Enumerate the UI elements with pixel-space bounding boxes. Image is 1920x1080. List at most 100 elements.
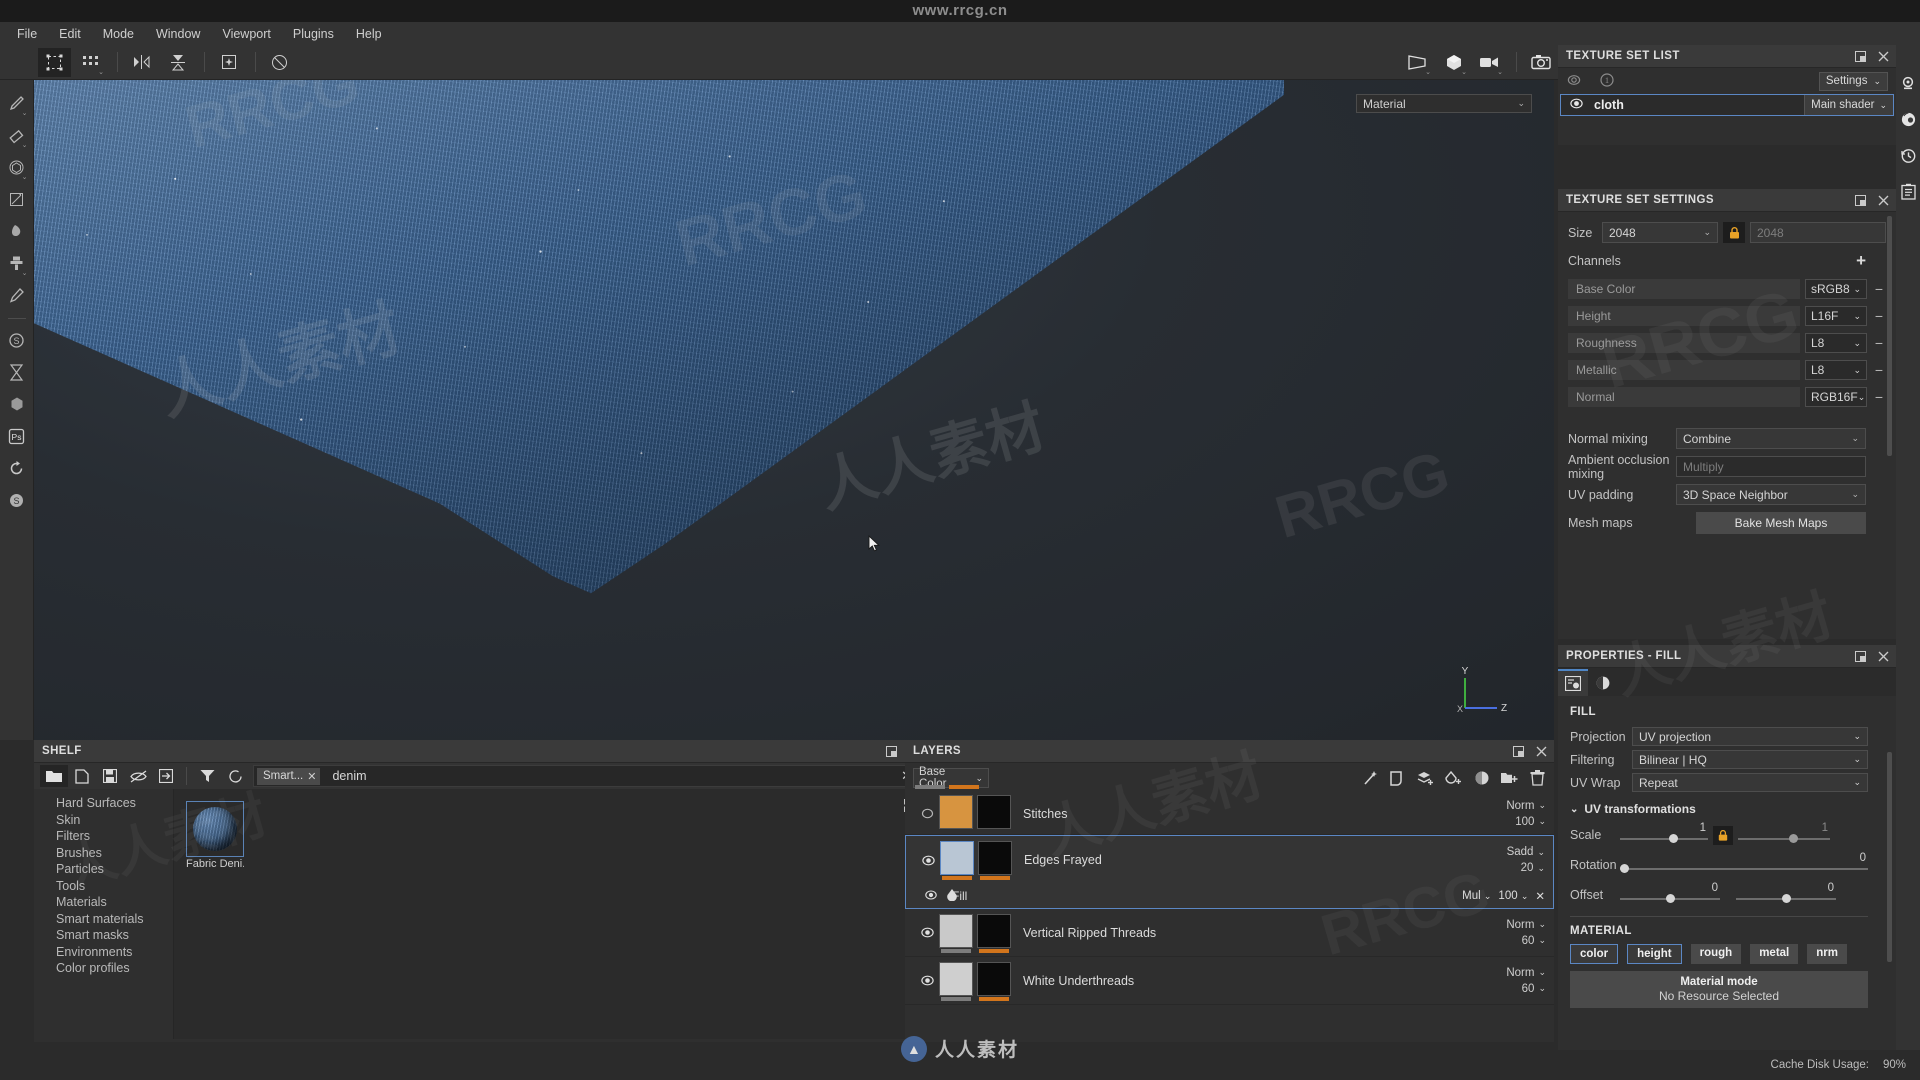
shelf-asset-item[interactable]: Fabric Deni... xyxy=(186,801,244,870)
reset-camera-button[interactable] xyxy=(263,48,296,77)
properties-close-button[interactable] xyxy=(1877,650,1890,663)
shelf-category-color-profiles[interactable]: Color profiles xyxy=(34,960,173,977)
shelf-category-smart-masks[interactable]: Smart masks xyxy=(34,927,173,944)
paint-brush-tool[interactable]: ⌄ xyxy=(3,88,31,118)
table-row[interactable]: White Underthreads Norm ⌄ 60 ⌄ xyxy=(905,957,1554,1005)
effect-remove-button[interactable]: ✕ xyxy=(1535,889,1545,903)
shelf-category-skin[interactable]: Skin xyxy=(34,812,173,829)
layer-thumbnail[interactable] xyxy=(939,794,973,833)
effect-visibility-toggle[interactable] xyxy=(924,889,938,903)
uv-padding-select[interactable]: 3D Space Neighbor ⌄ xyxy=(1676,484,1866,505)
layer-effect-row[interactable]: Fill Mul ⌄ 100 ⌄ ✕ xyxy=(906,884,1553,908)
3d-viewport[interactable]: Material ⌄ Y Z X 人人素材 RRCG 人人素材 RRCG RRC… xyxy=(34,80,1554,740)
uv-transformations-group[interactable]: ⌄ UV transformations xyxy=(1570,802,1884,816)
polygon-fill-tool[interactable] xyxy=(3,184,31,214)
layer-blend-mode[interactable]: Sadd ⌄ xyxy=(1507,846,1545,858)
ao-mixing-select[interactable]: Multiply xyxy=(1676,456,1866,477)
remove-channel-button[interactable]: − xyxy=(1872,281,1886,297)
size-height-select[interactable]: 2048 xyxy=(1750,222,1886,243)
texture-set-visibility-toggle[interactable] xyxy=(1569,98,1584,112)
layer-opacity[interactable]: 20 ⌄ xyxy=(1521,862,1545,874)
layer-thumbnail[interactable] xyxy=(939,913,973,953)
refresh-tool-button[interactable] xyxy=(3,453,31,483)
menu-item-window[interactable]: Window xyxy=(145,24,211,44)
menu-item-mode[interactable]: Mode xyxy=(92,24,145,44)
shelf-new-button[interactable] xyxy=(68,765,96,787)
bake-mesh-maps-button[interactable]: Bake Mesh Maps xyxy=(1696,511,1866,534)
tab-fill-properties[interactable] xyxy=(1558,669,1588,696)
remove-channel-button[interactable]: − xyxy=(1872,389,1886,405)
add-fill-layer-button[interactable] xyxy=(1417,770,1434,787)
texture-set-settings-menu-button[interactable]: Settings ⌄ xyxy=(1818,71,1888,91)
texture-set-row[interactable]: cloth Main shader ⌄ xyxy=(1560,94,1894,116)
menu-item-file[interactable]: File xyxy=(6,24,48,44)
channel-format-select[interactable]: L8 ⌄ xyxy=(1805,360,1867,380)
photoshop-link-button[interactable]: Ps xyxy=(3,421,31,451)
tsl-visibility-all-button[interactable] xyxy=(1566,74,1582,89)
menu-item-plugins[interactable]: Plugins xyxy=(282,24,345,44)
symmetry-plane-button[interactable] xyxy=(161,48,194,77)
scale-u-slider[interactable]: 1 xyxy=(1620,822,1708,848)
texture-set-shader-selector[interactable]: Main shader ⌄ xyxy=(1804,95,1893,115)
normal-mixing-select[interactable]: Combine ⌄ xyxy=(1676,428,1866,449)
layers-undock-button[interactable] xyxy=(1512,745,1525,758)
smudge-tool[interactable] xyxy=(3,216,31,246)
layer-blend-mode[interactable]: Norm ⌄ xyxy=(1506,967,1546,979)
layer-thumbnail[interactable] xyxy=(940,841,974,880)
substance-source-button[interactable] xyxy=(3,389,31,419)
layer-mask-thumbnail[interactable] xyxy=(977,794,1011,833)
tsl-close-button[interactable] xyxy=(1877,50,1890,63)
tab-material-properties[interactable] xyxy=(1588,669,1618,696)
viewport-material-dropdown[interactable]: Material ⌄ xyxy=(1356,94,1532,113)
shelf-search-bar[interactable]: Smart... ✕ ✕ xyxy=(253,765,923,787)
material-channel-rough[interactable]: rough xyxy=(1690,944,1742,964)
symmetry-tool-button[interactable] xyxy=(125,48,158,77)
table-row[interactable]: Edges Frayed Sadd ⌄ 20 ⌄ xyxy=(906,836,1553,884)
add-paint-layer-button[interactable] xyxy=(1445,770,1462,787)
shelf-filter-button[interactable] xyxy=(193,765,221,787)
history-button[interactable] xyxy=(1898,145,1918,165)
layer-visibility-toggle[interactable] xyxy=(916,855,940,866)
tss-close-button[interactable] xyxy=(1877,194,1890,207)
size-lock-button[interactable] xyxy=(1723,222,1745,243)
shelf-category-hard-surfaces[interactable]: Hard Surfaces xyxy=(34,795,173,812)
add-folder-button[interactable] xyxy=(1501,770,1518,787)
particles-tool-button[interactable]: ⌄ xyxy=(74,48,107,77)
material-channel-color[interactable]: color xyxy=(1570,944,1619,964)
baking-tool-button[interactable] xyxy=(3,357,31,387)
size-width-select[interactable]: 2048 ⌄ xyxy=(1602,222,1718,243)
material-mode-dropzone[interactable]: Material mode No Resource Selected xyxy=(1570,971,1868,1008)
material-channel-metal[interactable]: metal xyxy=(1750,944,1799,964)
remove-channel-button[interactable]: − xyxy=(1872,362,1886,378)
clone-tool[interactable]: ⌄ xyxy=(3,248,31,278)
shelf-save-button[interactable] xyxy=(96,765,124,787)
shelf-category-filters[interactable]: Filters xyxy=(34,828,173,845)
shelf-category-tools[interactable]: Tools xyxy=(34,878,173,895)
layers-close-button[interactable] xyxy=(1535,745,1548,758)
tsl-info-button[interactable]: 1 xyxy=(1600,72,1614,90)
shader-settings-button[interactable] xyxy=(1898,109,1918,129)
layer-opacity[interactable]: 60 ⌄ xyxy=(1522,935,1546,947)
material-channel-nrm[interactable]: nrm xyxy=(1807,944,1847,964)
filtering-select[interactable]: Bilinear | HQ ⌄ xyxy=(1632,750,1868,769)
channel-format-select[interactable]: RGB16F ⌄ xyxy=(1805,387,1867,407)
shelf-reload-button[interactable] xyxy=(221,765,249,787)
layer-blend-mode[interactable]: Norm ⌄ xyxy=(1506,919,1546,931)
shelf-category-materials[interactable]: Materials xyxy=(34,894,173,911)
delete-layer-button[interactable] xyxy=(1529,770,1546,787)
properties-scrollbar[interactable] xyxy=(1887,752,1892,962)
channel-format-select[interactable]: L8 ⌄ xyxy=(1805,333,1867,353)
offset-v-slider[interactable]: 0 xyxy=(1736,882,1836,908)
layer-blend-mode[interactable]: Norm ⌄ xyxy=(1506,800,1546,812)
add-anchor-button[interactable] xyxy=(1473,770,1490,787)
substance-engine-button[interactable]: S xyxy=(3,325,31,355)
projection-tool[interactable]: ⌄ xyxy=(3,152,31,182)
menu-item-help[interactable]: Help xyxy=(345,24,393,44)
offset-u-slider[interactable]: 0 xyxy=(1620,882,1720,908)
tss-scrollbar[interactable] xyxy=(1887,216,1892,456)
menu-item-viewport[interactable]: Viewport xyxy=(211,24,281,44)
shelf-folder-button[interactable] xyxy=(40,765,68,787)
tss-undock-button[interactable] xyxy=(1854,194,1867,207)
shelf-search-input[interactable] xyxy=(320,769,892,783)
add-channel-button[interactable]: + xyxy=(1856,251,1866,271)
